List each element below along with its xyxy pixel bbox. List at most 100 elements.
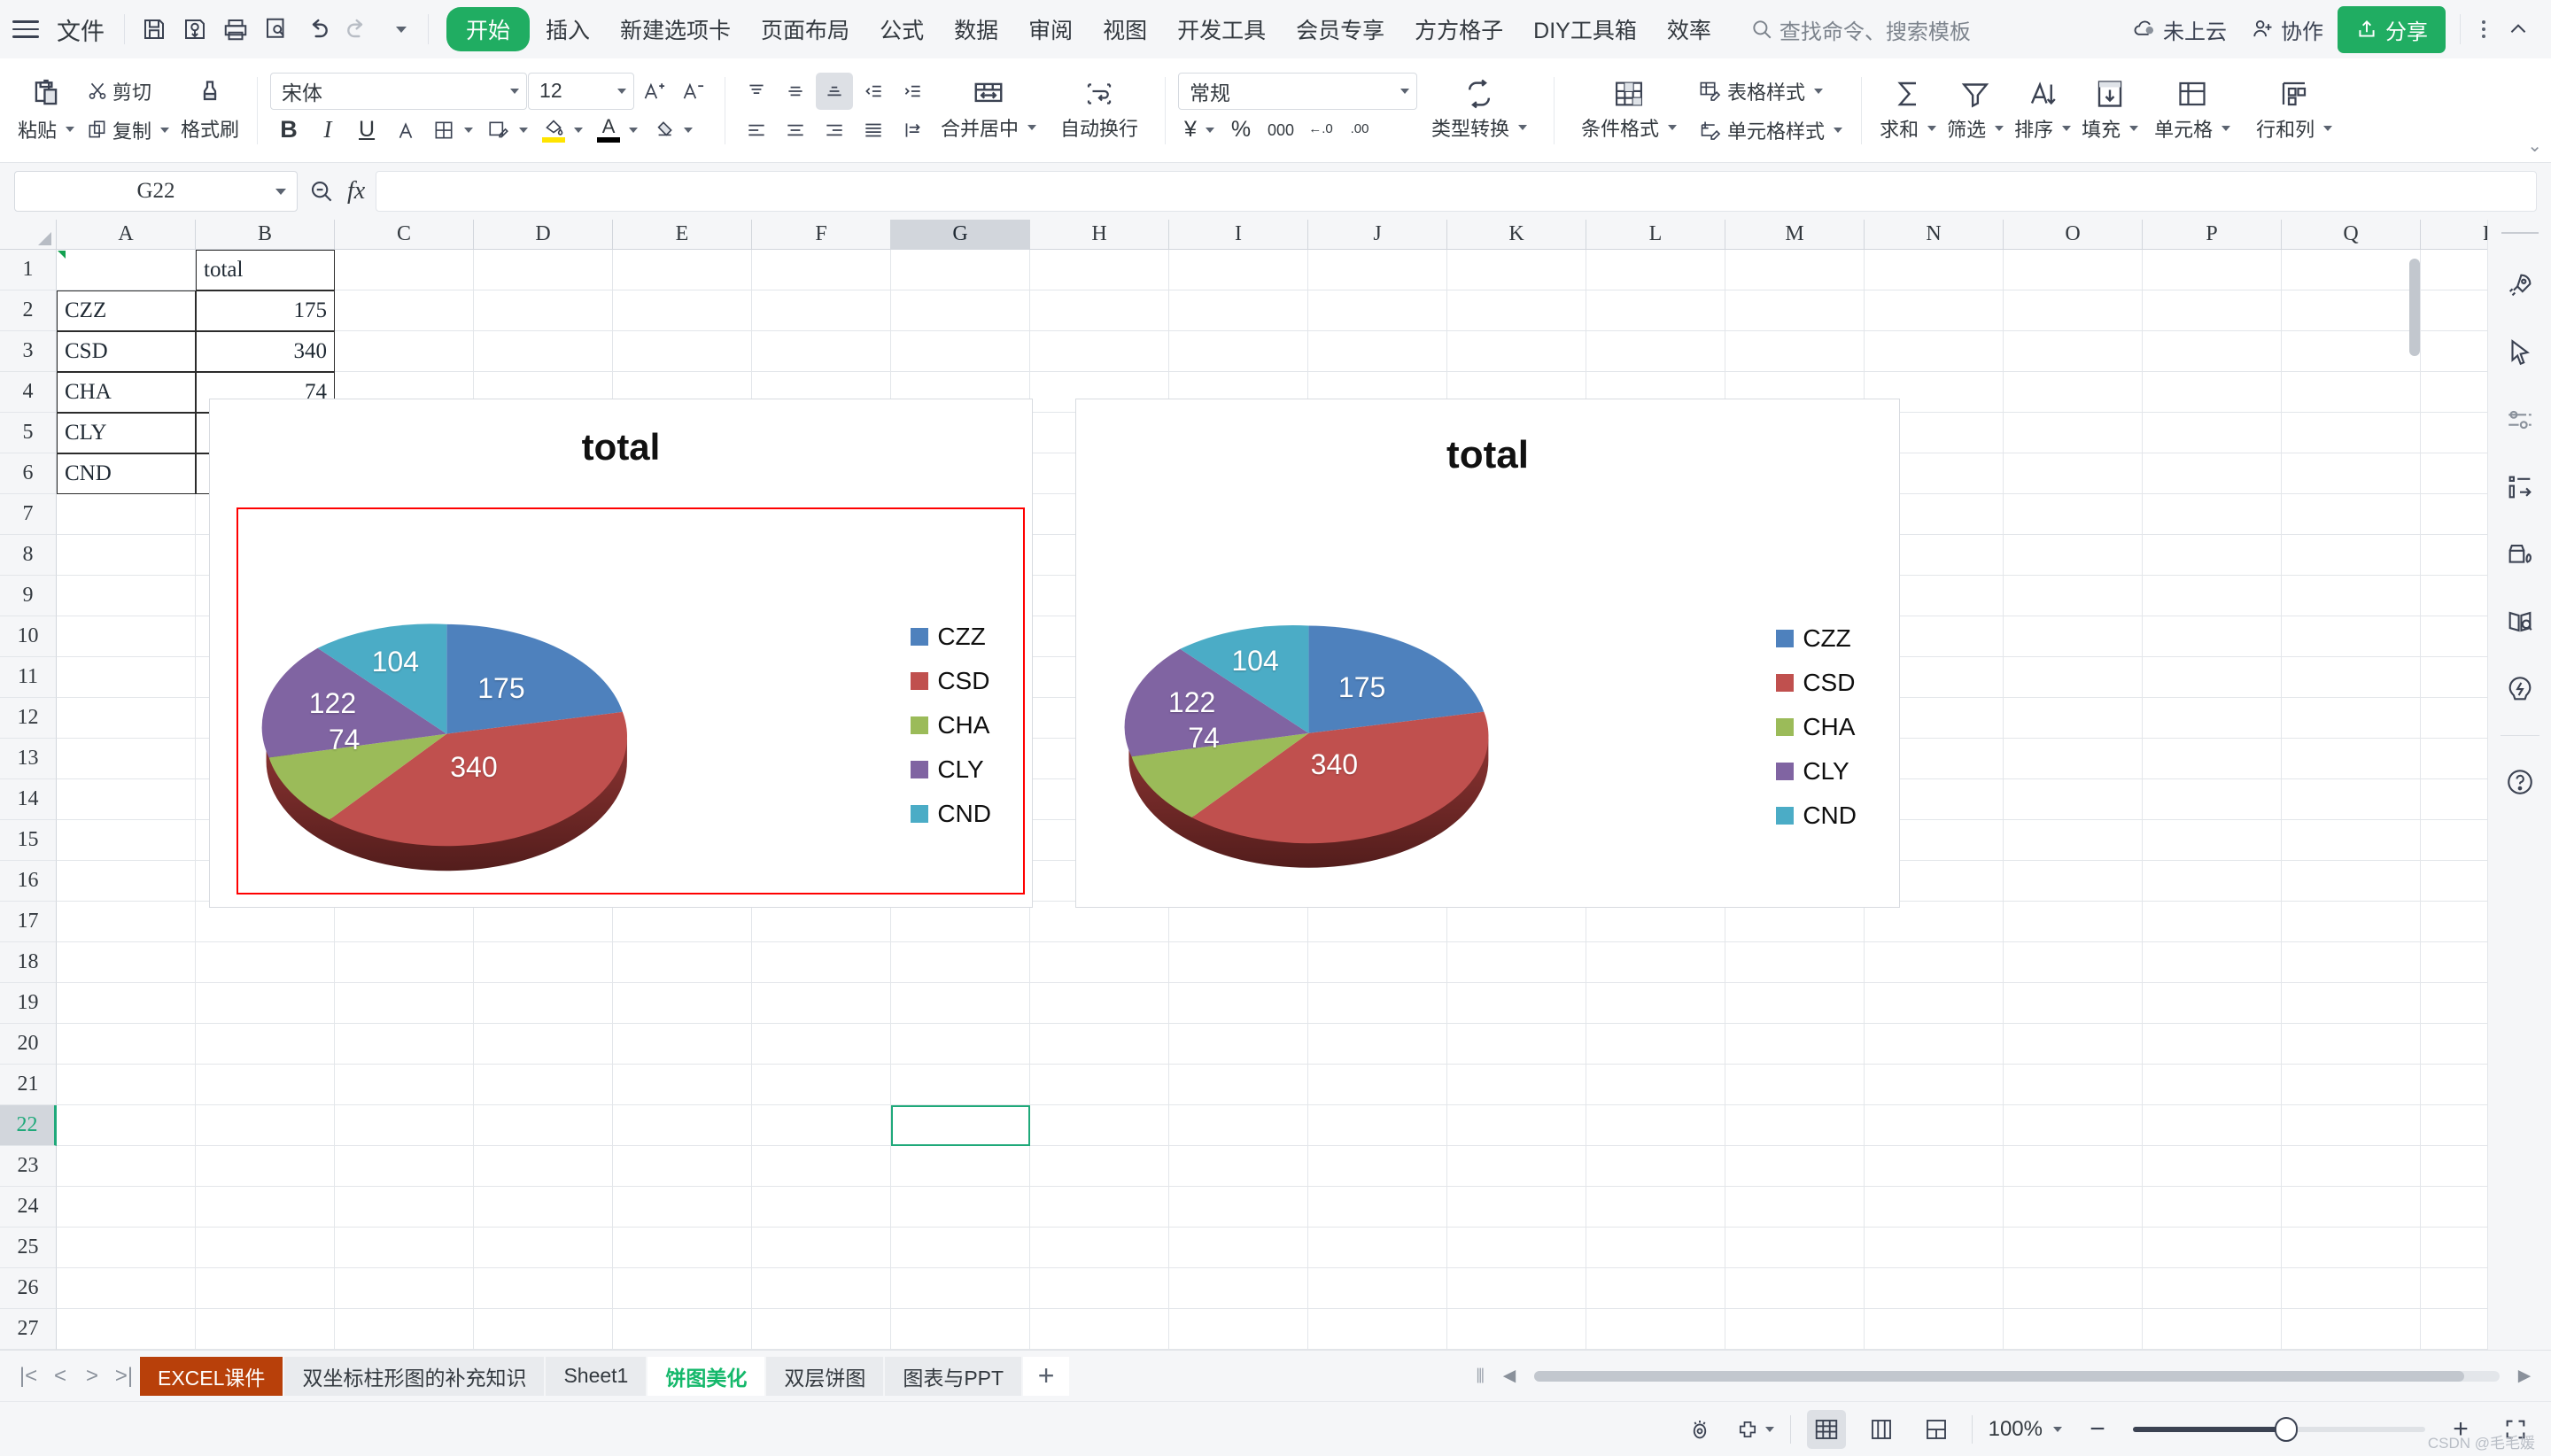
grid-cell[interactable] xyxy=(2282,698,2421,739)
sheet-tab-double-layer-pie[interactable]: 双层饼图 xyxy=(766,1356,884,1396)
chevron-down-icon[interactable] xyxy=(275,188,286,195)
grid-cell[interactable] xyxy=(1030,1268,1169,1309)
column-header-E[interactable]: E xyxy=(613,220,752,250)
percent-button[interactable]: % xyxy=(1222,112,1260,149)
grid-cell[interactable] xyxy=(2421,861,2487,902)
grid-cell[interactable] xyxy=(2421,779,2487,820)
grid-cell[interactable] xyxy=(2004,983,2143,1024)
column-header-H[interactable]: H xyxy=(1030,220,1169,250)
cell-A3[interactable]: CSD xyxy=(57,331,196,372)
grid-cell[interactable] xyxy=(2143,983,2282,1024)
grid-cell[interactable] xyxy=(2143,1105,2282,1146)
grid-cell[interactable] xyxy=(474,983,613,1024)
grid-cell[interactable] xyxy=(2004,535,2143,576)
grid-cell[interactable] xyxy=(2143,494,2282,535)
column-header-N[interactable]: N xyxy=(1865,220,2004,250)
last-sheet-button[interactable]: >| xyxy=(108,1359,140,1394)
grid-cell[interactable] xyxy=(2143,576,2282,616)
grid-cell[interactable] xyxy=(1169,942,1308,983)
grid-cell[interactable] xyxy=(335,1146,474,1187)
row-header-13[interactable]: 13 xyxy=(0,739,57,779)
rocket-icon[interactable] xyxy=(2499,264,2541,306)
grid-cell[interactable] xyxy=(2282,331,2421,372)
column-header-B[interactable]: B xyxy=(196,220,335,250)
row-header-26[interactable]: 26 xyxy=(0,1268,57,1309)
column-header-I[interactable]: I xyxy=(1169,220,1308,250)
grid-cell[interactable] xyxy=(1447,942,1586,983)
grid-cell[interactable] xyxy=(474,1065,613,1105)
cell-A5[interactable]: CLY xyxy=(57,413,196,453)
row-header-2[interactable]: 2 xyxy=(0,290,57,331)
grid-cell[interactable] xyxy=(196,1024,335,1065)
grid-cell[interactable] xyxy=(1030,1065,1169,1105)
grid-cell[interactable] xyxy=(57,1268,196,1309)
grid-cell[interactable] xyxy=(1865,1065,2004,1105)
increase-decimal-button[interactable]: .00 xyxy=(1341,112,1378,149)
grid-row[interactable] xyxy=(57,942,2487,983)
normal-view-icon[interactable] xyxy=(1806,1409,1846,1449)
grid-cell[interactable] xyxy=(752,250,891,290)
grid-cell[interactable] xyxy=(2282,1146,2421,1187)
grid-cell[interactable] xyxy=(1725,331,1865,372)
share-button[interactable]: 分享 xyxy=(2338,5,2446,53)
grid-cell[interactable] xyxy=(57,942,196,983)
grid-cell[interactable] xyxy=(57,902,196,942)
grid-cell[interactable] xyxy=(2004,250,2143,290)
grid-cell[interactable] xyxy=(1447,1228,1586,1268)
row-header-5[interactable]: 5 xyxy=(0,413,57,453)
move-icon[interactable] xyxy=(1735,1410,1774,1449)
grid-cell[interactable] xyxy=(57,576,196,616)
grid-row[interactable] xyxy=(57,1024,2487,1065)
grid-cell[interactable] xyxy=(2421,1309,2487,1350)
grid-cell[interactable] xyxy=(613,983,752,1024)
grid-cell[interactable] xyxy=(2282,739,2421,779)
sheet-tab-pie-beautify[interactable]: 饼图美化 xyxy=(647,1356,765,1396)
search-box[interactable]: 查找命令、搜索模板 xyxy=(1750,14,1971,45)
grid-cell[interactable] xyxy=(752,1268,891,1309)
row-header-19[interactable]: 19 xyxy=(0,983,57,1024)
grid-cell[interactable] xyxy=(891,983,1030,1024)
filter-button[interactable]: 筛选 xyxy=(1942,66,2009,155)
cut-button[interactable]: 剪切 xyxy=(80,73,158,110)
grid-cell[interactable] xyxy=(57,616,196,657)
grid-cell[interactable] xyxy=(891,1105,1030,1146)
grid-cell[interactable] xyxy=(891,1187,1030,1228)
grid-cell[interactable] xyxy=(2282,1024,2421,1065)
grid-cell[interactable] xyxy=(2421,1105,2487,1146)
vertical-scroll-thumb[interactable] xyxy=(2409,259,2420,356)
grid-cell[interactable] xyxy=(2143,1309,2282,1350)
row-header-27[interactable]: 27 xyxy=(0,1309,57,1350)
grid-cell[interactable] xyxy=(2282,657,2421,698)
grid-cell[interactable] xyxy=(1030,1146,1169,1187)
ribbon-tab-diy-toolbox[interactable]: DIY工具箱 xyxy=(1519,7,1651,51)
grid-cell[interactable] xyxy=(335,1187,474,1228)
rows-cols-button[interactable]: 行和列 xyxy=(2241,66,2347,155)
legend-item-cha[interactable]: CHA xyxy=(1776,713,1857,741)
number-format-select[interactable]: 常规 xyxy=(1178,72,1418,110)
grid-cell[interactable] xyxy=(1030,1228,1169,1268)
borders-button[interactable] xyxy=(426,112,479,149)
grid-cell[interactable] xyxy=(752,331,891,372)
chevron-down-icon[interactable] xyxy=(464,127,474,133)
grid-cell[interactable] xyxy=(2004,861,2143,902)
grid-cell[interactable] xyxy=(2282,983,2421,1024)
grid-cell[interactable] xyxy=(1586,290,1725,331)
grid-cell[interactable] xyxy=(613,1187,752,1228)
grid-cell[interactable] xyxy=(1447,1024,1586,1065)
comma-style-button[interactable]: 000 xyxy=(1261,112,1300,149)
grid-cell[interactable] xyxy=(2143,942,2282,983)
grid-cell[interactable] xyxy=(2282,576,2421,616)
row-header-14[interactable]: 14 xyxy=(0,779,57,820)
grid-cell[interactable] xyxy=(2143,698,2282,739)
grid-cell[interactable] xyxy=(1586,1105,1725,1146)
grid-cell[interactable] xyxy=(2004,820,2143,861)
grid-cell[interactable] xyxy=(1865,1268,2004,1309)
grid-row[interactable] xyxy=(57,1228,2487,1268)
grid-cell[interactable] xyxy=(2282,1065,2421,1105)
row-header-17[interactable]: 17 xyxy=(0,902,57,942)
wrap-text-button[interactable]: 自动换行 xyxy=(1046,66,1152,155)
grid-cell[interactable] xyxy=(335,983,474,1024)
menu-hamburger-icon[interactable] xyxy=(12,20,39,38)
legend-item-cnd[interactable]: CND xyxy=(911,800,991,828)
print-icon[interactable] xyxy=(215,9,256,50)
